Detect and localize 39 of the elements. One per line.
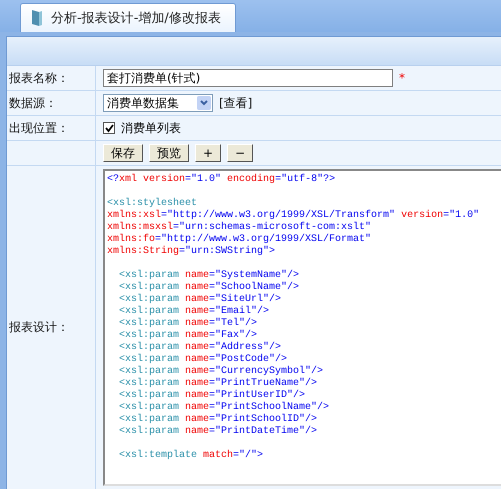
data-source-dropdown[interactable]: 消费单数据集	[103, 94, 213, 112]
view-link[interactable]: [查看]	[219, 94, 252, 112]
code-line: <xsl:param name="SiteUrl"/>	[118, 294, 282, 306]
field-label: 出现位置：	[7, 116, 96, 140]
code-line: <xsl:param name="CurrencySymbol"/>	[118, 366, 324, 378]
code-line: <xsl:param name="PrintTrueName"/>	[118, 378, 318, 390]
code-line: <xsl:param name="PrintSchoolName"/>	[118, 402, 330, 414]
code-line: <xsl:param name="Fax"/>	[118, 330, 258, 342]
book-icon	[31, 9, 43, 27]
page-tab[interactable]: 分析-报表设计-增加/修改报表	[20, 3, 236, 32]
field-label: 报表名称：	[7, 66, 96, 90]
code-editor[interactable]	[103, 169, 501, 486]
code-line: xmlns:fo="http://www.w3.org/1999/XSL/Format"	[107, 234, 372, 246]
field-label: 报表设计：	[7, 166, 96, 489]
code-line: <xsl:param name="SchoolName"/>	[118, 282, 300, 294]
toolbar-button[interactable]: −	[227, 144, 254, 162]
report-name-field[interactable]: 套打消费单(针式)	[103, 69, 393, 87]
field-label: 数据源：	[7, 91, 96, 115]
code-line: <xsl:param name="SystemName"/>	[118, 270, 300, 282]
code-line: xmlns:msxsl="urn:schemas-microsoft-com:xslt"	[107, 222, 372, 234]
required-mark: *	[399, 71, 405, 85]
code-line: <xsl:param name="Email"/>	[118, 306, 270, 318]
code-line: xmlns:String="urn:SWString">	[107, 246, 276, 258]
code-line: <xsl:param name="Tel"/>	[118, 318, 258, 330]
code-line: <xsl:param name="Address"/>	[118, 342, 282, 354]
toolbar-button[interactable]: 预览	[149, 144, 189, 162]
code-line: <xsl:param name="PrintUserID"/>	[118, 390, 306, 402]
code-line: <?xml version="1.0" encoding="utf-8"?>	[107, 174, 336, 186]
checkbox-label: 消费单列表	[121, 120, 181, 136]
toolbar-button[interactable]: 保存	[103, 144, 143, 162]
code-line: <xsl:param name="PrintDateTime"/>	[118, 426, 318, 438]
code-line: <xsl:param name="PrintSchoolID"/>	[118, 414, 318, 426]
chevron-down-icon	[197, 96, 211, 110]
checkbox[interactable]	[103, 122, 115, 134]
code-line: xmlns:xsl="http://www.w3.org/1999/XSL/Transform" version="1.0"	[107, 210, 480, 222]
toolbar-button[interactable]: +	[195, 144, 222, 162]
code-line: <xsl:param name="PostCode"/>	[118, 354, 288, 366]
code-line: <xsl:stylesheet	[107, 198, 198, 210]
code-line: <xsl:template match="/">	[118, 450, 264, 462]
